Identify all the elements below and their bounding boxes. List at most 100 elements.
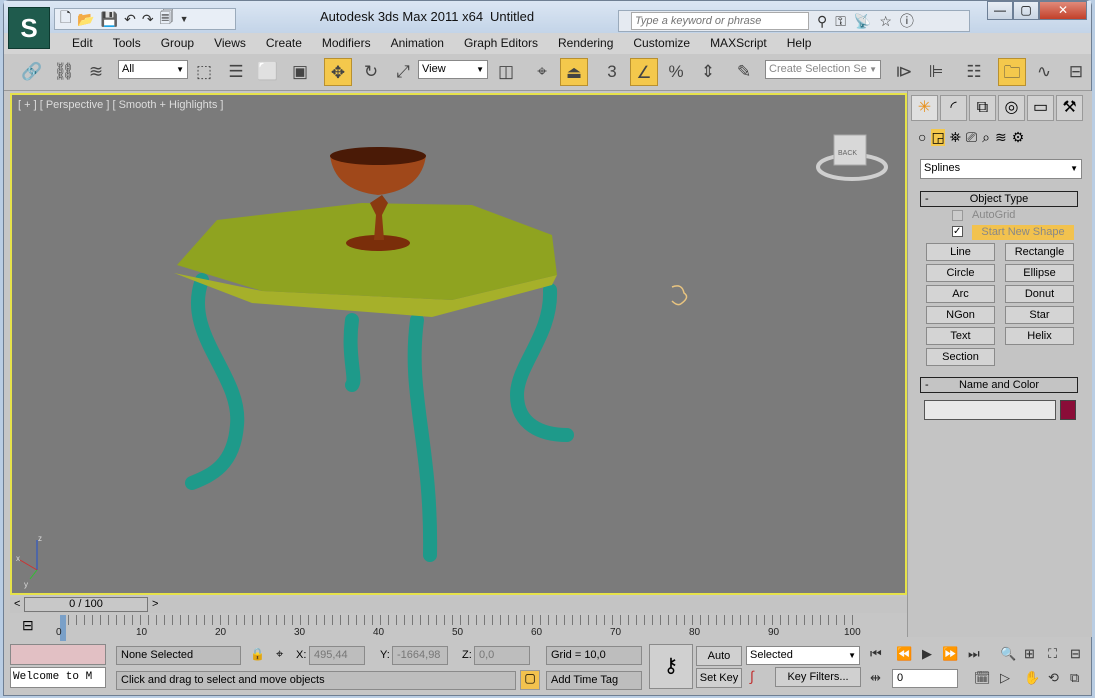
- selection-filter-dropdown[interactable]: All: [118, 60, 188, 79]
- next-frame-icon[interactable]: ⏩: [942, 646, 958, 662]
- save-icon[interactable]: 💾: [101, 11, 118, 28]
- schematic-view-icon[interactable]: ⊟: [1062, 58, 1090, 86]
- reference-coordinate-dropdown[interactable]: View: [418, 60, 488, 79]
- angle-snap-icon[interactable]: ∠: [630, 58, 658, 86]
- unlink-icon[interactable]: ⛓: [50, 58, 78, 86]
- go-to-start-icon[interactable]: ⏮: [870, 646, 882, 662]
- z-coordinate-field[interactable]: 0,0: [474, 646, 530, 665]
- field-of-view-icon[interactable]: ▷: [1000, 670, 1010, 686]
- object-color-swatch[interactable]: [1060, 400, 1076, 420]
- mini-curve-editor-icon[interactable]: ⊟: [22, 617, 34, 634]
- menu-maxscript[interactable]: MAXScript: [700, 33, 777, 54]
- absolute-mode-icon[interactable]: ⌖: [276, 646, 283, 662]
- lights-icon[interactable]: ⛯: [950, 129, 961, 146]
- y-coordinate-field[interactable]: -1664,98: [392, 646, 448, 665]
- time-configuration-icon[interactable]: 🗓: [974, 670, 991, 686]
- ellipse-button[interactable]: Ellipse: [1005, 264, 1074, 282]
- auto-key-button[interactable]: Auto Key: [696, 646, 742, 680]
- rectangle-button[interactable]: Rectangle: [1005, 243, 1074, 261]
- set-keys-key-icon[interactable]: ⚷: [649, 644, 693, 689]
- key-icon[interactable]: ⚿: [835, 13, 846, 30]
- layer-manager-icon[interactable]: ☷: [960, 58, 988, 86]
- go-to-end-icon[interactable]: ⏭: [968, 646, 980, 662]
- timeline-track[interactable]: 0 10 20 30 40 50 60 70 80 90 100: [56, 615, 861, 641]
- maxscript-listener-top[interactable]: [10, 644, 106, 665]
- add-time-tag-button[interactable]: Add Time Tag: [546, 671, 642, 690]
- graphite-modeling-tools-icon[interactable]: 🗀: [998, 58, 1026, 86]
- curve-editor-icon[interactable]: ∿: [1030, 58, 1058, 86]
- ngon-button[interactable]: NGon: [926, 306, 995, 324]
- select-and-link-icon[interactable]: 🔗: [18, 58, 46, 86]
- helpers-icon[interactable]: ⌕: [982, 129, 990, 146]
- name-and-color-rollout-header[interactable]: - Name and Color: [920, 377, 1078, 393]
- line-button[interactable]: Line: [926, 243, 995, 261]
- menu-modifiers[interactable]: Modifiers: [312, 33, 381, 54]
- help-icon[interactable]: ⓘ: [900, 11, 914, 31]
- perspective-viewport[interactable]: [ + ] [ Perspective ] [ Smooth + Highlig…: [10, 93, 907, 595]
- isolate-selection-icon[interactable]: ▢: [520, 670, 540, 690]
- create-tab-icon[interactable]: ✳: [911, 95, 938, 121]
- key-mode-dropdown[interactable]: Selected: [746, 646, 860, 665]
- star-icon[interactable]: ☆: [879, 13, 892, 30]
- object-name-input[interactable]: [924, 400, 1056, 420]
- menu-group[interactable]: Group: [151, 33, 204, 54]
- zoom-all-icon[interactable]: ⊞: [1024, 646, 1035, 662]
- time-slider-thumb[interactable]: 0 / 100: [24, 597, 148, 612]
- play-icon[interactable]: ▶: [922, 646, 932, 662]
- menu-graph-editors[interactable]: Graph Editors: [454, 33, 548, 54]
- app-logo-button[interactable]: S: [8, 7, 50, 49]
- menu-create[interactable]: Create: [256, 33, 312, 54]
- snaps-toggle-icon[interactable]: 3: [598, 58, 626, 86]
- window-crossing-icon[interactable]: ▣: [286, 58, 314, 86]
- select-and-move-icon[interactable]: ✥: [324, 58, 352, 86]
- arc-button[interactable]: Arc: [926, 285, 995, 303]
- set-key-button[interactable]: Set Key: [696, 668, 742, 688]
- zoom-icon[interactable]: 🔍: [1000, 646, 1016, 662]
- display-tab-icon[interactable]: ▭: [1027, 95, 1054, 121]
- minimize-button[interactable]: —: [987, 1, 1013, 20]
- start-new-shape-button[interactable]: Start New Shape: [972, 225, 1074, 240]
- satellite-icon[interactable]: 📡: [854, 13, 871, 30]
- category-dropdown[interactable]: Splines: [920, 159, 1082, 179]
- x-coordinate-field[interactable]: 495,44: [309, 646, 365, 665]
- key-mode-toggle-icon[interactable]: ⇹: [870, 670, 881, 686]
- edit-named-selection-icon[interactable]: ✎: [730, 58, 758, 86]
- menu-customize[interactable]: Customize: [623, 33, 700, 54]
- close-button[interactable]: ✕: [1039, 1, 1087, 20]
- autogrid-checkbox[interactable]: [952, 210, 963, 221]
- systems-icon[interactable]: ⚙: [1012, 129, 1025, 146]
- space-warps-icon[interactable]: ≋: [995, 129, 1007, 146]
- shapes-icon[interactable]: ◲: [931, 129, 945, 146]
- collapse-toggle[interactable]: -: [925, 192, 929, 206]
- circle-button[interactable]: Circle: [926, 264, 995, 282]
- default-tangent-icon[interactable]: ∫: [750, 668, 754, 684]
- cameras-icon[interactable]: ⎚: [966, 129, 977, 146]
- select-and-rotate-icon[interactable]: ↻: [357, 58, 385, 86]
- manipulate-icon[interactable]: ⌖: [528, 58, 556, 86]
- rectangular-selection-icon[interactable]: ⬜: [254, 58, 282, 86]
- named-selection-dropdown[interactable]: Create Selection Se: [765, 60, 881, 79]
- menu-views[interactable]: Views: [204, 33, 256, 54]
- time-slider[interactable]: < 0 / 100 >: [10, 597, 907, 613]
- previous-frame-icon[interactable]: ⏪: [896, 646, 912, 662]
- select-by-name-icon[interactable]: ☰: [222, 58, 250, 86]
- binoculars-icon[interactable]: ⚲: [817, 13, 827, 30]
- menu-animation[interactable]: Animation: [381, 33, 454, 54]
- align-icon[interactable]: ⊫: [922, 58, 950, 86]
- spinner-snap-icon[interactable]: ⇕: [694, 58, 722, 86]
- maximize-viewport-icon[interactable]: ⧉: [1070, 670, 1079, 686]
- prev-frame-button[interactable]: <: [14, 598, 20, 610]
- maximize-button[interactable]: ▢: [1013, 1, 1039, 20]
- utilities-tab-icon[interactable]: ⚒: [1056, 95, 1083, 121]
- next-frame-button[interactable]: >: [152, 598, 158, 610]
- helix-button[interactable]: Helix: [1005, 327, 1074, 345]
- hierarchy-tab-icon[interactable]: ⧉: [969, 95, 996, 121]
- select-object-icon[interactable]: ⬚: [190, 58, 218, 86]
- percent-snap-icon[interactable]: %: [662, 58, 690, 86]
- new-file-icon[interactable]: 🗋: [60, 7, 71, 31]
- project-folder-icon[interactable]: 🗐: [160, 7, 174, 31]
- geometry-icon[interactable]: ○: [918, 129, 926, 146]
- modify-tab-icon[interactable]: ◜: [940, 95, 967, 121]
- viewcube[interactable]: BACK: [816, 134, 888, 181]
- undo-icon[interactable]: ↶: [124, 11, 136, 28]
